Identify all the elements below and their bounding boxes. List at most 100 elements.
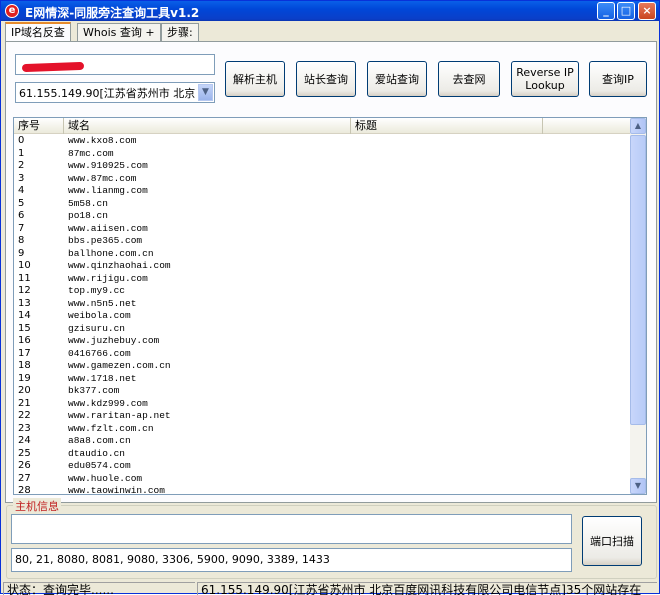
row-domain: www.kdz999.com — [68, 397, 148, 409]
row-index: 5 — [18, 197, 25, 209]
aizhan-query-button[interactable]: 爱站查询 — [367, 61, 427, 97]
quwang-button[interactable]: 去查网 — [438, 61, 500, 97]
app-icon: e — [5, 4, 19, 18]
row-index: 24 — [18, 435, 31, 446]
row-domain: www.taowinwin.com — [68, 485, 165, 495]
table-row[interactable]: 11 www.rijigu.com — [14, 273, 632, 286]
tab-steps[interactable]: 步骤: — [161, 23, 199, 42]
webmaster-query-button[interactable]: 站长查询 — [296, 61, 356, 97]
table-row[interactable]: 8 bbs.pe365.com — [14, 235, 632, 248]
column-header-title[interactable]: 标题 — [351, 118, 543, 134]
domain-list[interactable]: 序号 域名 标题 0 www.kxo8.com 1 87mc.com 2 www.9109… — [13, 117, 647, 495]
row-domain: 0416766.com — [68, 347, 131, 359]
port-scan-button[interactable]: 端口扫描 — [582, 516, 642, 566]
row-index: 1 — [18, 147, 25, 159]
column-header-domain[interactable]: 域名 — [64, 118, 351, 134]
table-row[interactable]: 26 edu0574.com — [14, 460, 632, 473]
row-index: 0 — [18, 135, 25, 146]
column-header-index[interactable]: 序号 — [14, 118, 64, 134]
list-rows: 0 www.kxo8.com 1 87mc.com 2 www.910925.com 3 ww… — [14, 135, 632, 495]
row-index: 13 — [18, 297, 31, 309]
table-row[interactable]: 12 top.my9.cc — [14, 285, 632, 298]
table-row[interactable]: 18 www.gamezen.com.cn — [14, 360, 632, 373]
table-row[interactable]: 9 ballhone.com.cn — [14, 248, 632, 261]
table-row[interactable]: 7 www.aiisen.com — [14, 223, 632, 236]
resolve-host-button[interactable]: 解析主机 — [225, 61, 285, 97]
app-window: e E网情深-同服旁注查询工具v1.2 _ □ × IP域名反查 Whois 查… — [0, 0, 660, 595]
row-domain: www.lianmg.com — [68, 185, 148, 196]
table-row[interactable]: 15 gzisuru.cn — [14, 323, 632, 336]
tab-whois[interactable]: Whois 查询 + — [77, 23, 161, 42]
table-row[interactable]: 4 www.lianmg.com — [14, 185, 632, 198]
table-row[interactable]: 2 www.910925.com — [14, 160, 632, 173]
row-index: 7 — [18, 222, 25, 234]
table-row[interactable]: 23 www.fzlt.com.cn — [14, 423, 632, 436]
row-domain: gzisuru.cn — [68, 322, 126, 334]
row-domain: a8a8.com.cn — [68, 435, 131, 446]
scroll-thumb[interactable] — [630, 135, 646, 425]
row-index: 19 — [18, 372, 31, 384]
row-domain: www.huole.com — [68, 472, 143, 484]
host-info-field[interactable] — [11, 514, 572, 544]
row-domain: top.my9.cc — [68, 285, 126, 296]
ip-select[interactable]: 61.155.149.90[江苏省苏州市 北京 ▼ — [15, 82, 215, 103]
row-index: 21 — [18, 397, 31, 409]
host-info-label: 主机信息 — [13, 498, 61, 514]
title-bar[interactable]: e E网情深-同服旁注查询工具v1.2 _ □ × — [1, 1, 659, 21]
table-row[interactable]: 5 5m58.cn — [14, 198, 632, 211]
table-row[interactable]: 27 www.huole.com — [14, 473, 632, 486]
row-index: 3 — [18, 172, 25, 184]
table-row[interactable]: 21 www.kdz999.com — [14, 398, 632, 411]
row-index: 28 — [18, 485, 31, 495]
table-row[interactable]: 24 a8a8.com.cn — [14, 435, 632, 448]
close-button[interactable]: × — [638, 2, 656, 20]
tab-ip-domain-reverse[interactable]: IP域名反查 — [5, 22, 71, 42]
row-index: 8 — [18, 235, 25, 246]
query-ip-button[interactable]: 查询IP — [589, 61, 647, 97]
row-index: 23 — [18, 422, 31, 434]
table-row[interactable]: 28 www.taowinwin.com — [14, 485, 632, 495]
row-index: 2 — [18, 160, 25, 171]
table-row[interactable]: 17 0416766.com — [14, 348, 632, 361]
status-bar: 状态：查询完毕...... 61.155.149.90[江苏省苏州市 北京百度网… — [1, 581, 659, 595]
row-index: 17 — [18, 347, 31, 359]
chevron-down-icon[interactable]: ▼ — [198, 84, 213, 101]
row-domain: www.kxo8.com — [68, 135, 137, 146]
table-row[interactable]: 20 bk377.com — [14, 385, 632, 398]
table-row[interactable]: 14 weibola.com — [14, 310, 632, 323]
ports-field[interactable]: 80, 21, 8080, 8081, 9080, 3306, 5900, 90… — [11, 548, 572, 572]
table-row[interactable]: 22 www.raritan-ap.net — [14, 410, 632, 423]
row-domain: www.aiisen.com — [68, 222, 148, 234]
row-domain: dtaudio.cn — [68, 447, 126, 459]
row-domain: www.n5n5.net — [68, 297, 137, 309]
row-domain: www.gamezen.com.cn — [68, 360, 171, 371]
scroll-up-icon[interactable]: ▲ — [630, 118, 646, 134]
ip-select-value: 61.155.149.90[江苏省苏州市 北京 — [19, 87, 196, 100]
reverse-ip-lookup-button[interactable]: Reverse IP Lookup — [511, 61, 579, 97]
table-row[interactable]: 25 dtaudio.cn — [14, 448, 632, 461]
table-row[interactable]: 16 www.juzhebuy.com — [14, 335, 632, 348]
table-row[interactable]: 19 www.1718.net — [14, 373, 632, 386]
redaction-mark — [21, 61, 85, 73]
row-index: 26 — [18, 460, 31, 471]
scroll-down-icon[interactable]: ▼ — [630, 478, 646, 494]
vertical-scrollbar[interactable]: ▲ ▼ — [630, 118, 646, 494]
row-domain: www.juzhebuy.com — [68, 335, 160, 346]
domain-input[interactable] — [15, 54, 215, 75]
row-domain: www.qinzhaohai.com — [68, 260, 171, 271]
row-domain: bk377.com — [68, 385, 120, 396]
row-domain: www.910925.com — [68, 160, 148, 171]
row-index: 4 — [18, 185, 25, 196]
table-row[interactable]: 3 www.87mc.com — [14, 173, 632, 186]
row-domain: www.raritan-ap.net — [68, 410, 171, 421]
table-row[interactable]: 0 www.kxo8.com — [14, 135, 632, 148]
table-row[interactable]: 6 po18.cn — [14, 210, 632, 223]
table-row[interactable]: 13 www.n5n5.net — [14, 298, 632, 311]
row-index: 20 — [18, 385, 31, 396]
row-index: 14 — [18, 310, 31, 321]
minimize-button[interactable]: _ — [597, 2, 615, 20]
row-index: 22 — [18, 410, 31, 421]
table-row[interactable]: 1 87mc.com — [14, 148, 632, 161]
table-row[interactable]: 10 www.qinzhaohai.com — [14, 260, 632, 273]
maximize-button[interactable]: □ — [617, 2, 635, 20]
